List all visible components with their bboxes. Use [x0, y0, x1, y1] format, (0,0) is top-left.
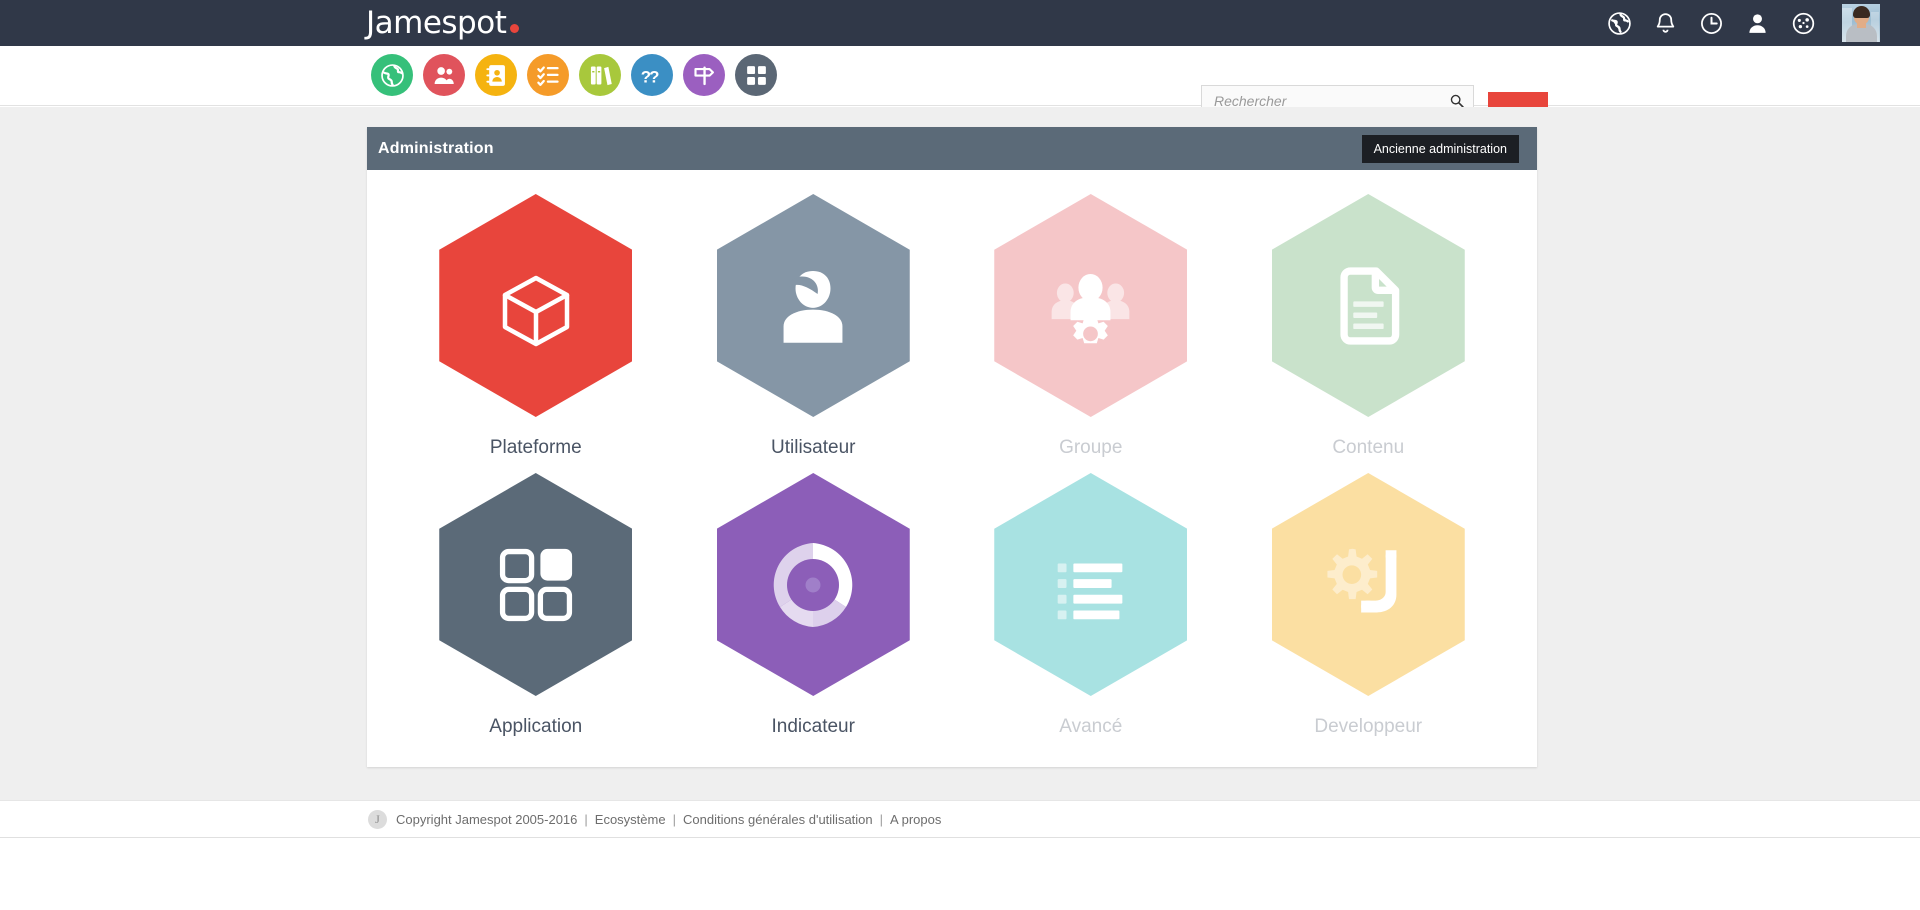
- panel-header: Administration Ancienne administration: [367, 127, 1537, 170]
- list-icon: [1057, 562, 1123, 619]
- footer-separator: |: [584, 811, 588, 827]
- tile-label: Application: [489, 716, 583, 737]
- tile-label: Avancé: [1059, 716, 1123, 737]
- page-bottom-area: [0, 838, 1920, 910]
- footer-links: Copyright Jamespot 2005-2016 | Ecosystèm…: [396, 812, 941, 827]
- books-app-icon[interactable]: [579, 54, 621, 96]
- tile-hexagon: [1271, 194, 1465, 417]
- tile-hexagon: [1271, 473, 1465, 696]
- tile-label: Contenu: [1332, 437, 1405, 458]
- top-bar-actions: [1606, 0, 1880, 46]
- tile-utilisateur[interactable]: Utilisateur: [675, 194, 953, 473]
- footer-link-cgu[interactable]: Conditions générales d'utilisation: [683, 812, 873, 827]
- brand-logo[interactable]: Jamespot: [366, 5, 520, 41]
- avatar[interactable]: [1842, 4, 1880, 42]
- tile-hexagon: [439, 473, 633, 696]
- avatar-hair: [1853, 6, 1870, 18]
- footer-link-ecosysteme[interactable]: Ecosystème: [595, 812, 666, 827]
- admin-tile-grid: Plateforme Utilisateur Groupe Contenu Ap…: [367, 170, 1537, 752]
- clock-icon[interactable]: [1698, 10, 1724, 36]
- page-title: Administration: [378, 139, 494, 157]
- gear-j-icon: [1327, 548, 1397, 612]
- bell-icon[interactable]: [1652, 10, 1678, 36]
- tile-indicateur[interactable]: Indicateur: [675, 473, 953, 752]
- footer: J Copyright Jamespot 2005-2016 | Ecosyst…: [0, 800, 1920, 838]
- tile-plateforme[interactable]: Plateforme: [397, 194, 675, 473]
- globe-icon[interactable]: [1606, 10, 1632, 36]
- footer-logo-icon: J: [368, 809, 387, 829]
- globe-app-icon[interactable]: [371, 54, 413, 96]
- tile-contenu[interactable]: Contenu: [1230, 194, 1508, 473]
- group-gear-icon: [1051, 274, 1130, 344]
- people-app-icon[interactable]: [423, 54, 465, 96]
- administration-panel: Administration Ancienne administration P…: [367, 127, 1537, 767]
- footer-content: J Copyright Jamespot 2005-2016 | Ecosyst…: [368, 809, 941, 829]
- tile-developpeur[interactable]: Developpeur: [1230, 473, 1508, 752]
- donut-chart-icon: [773, 542, 853, 627]
- brand-name: Jamespot: [366, 5, 507, 41]
- app-icon-list: ??: [371, 54, 777, 96]
- grid-app-icon[interactable]: [735, 54, 777, 96]
- tile-hexagon: [994, 473, 1188, 696]
- footer-copyright: Copyright Jamespot 2005-2016: [396, 811, 578, 827]
- cube-icon: [502, 275, 569, 346]
- signpost-app-icon[interactable]: [683, 54, 725, 96]
- tile-label: Plateforme: [489, 437, 582, 458]
- tile-label: Groupe: [1059, 437, 1123, 458]
- question-app-icon[interactable]: ??: [631, 54, 673, 96]
- tile-hexagon: [716, 194, 910, 417]
- tile-hexagon: [439, 194, 633, 417]
- tile-label: Indicateur: [771, 716, 855, 737]
- tile-groupe[interactable]: Groupe: [952, 194, 1230, 473]
- brand-dot-icon: [510, 24, 520, 33]
- tile-application[interactable]: Application: [397, 473, 675, 752]
- document-icon: [1340, 266, 1400, 345]
- tile-avance[interactable]: Avancé: [952, 473, 1230, 752]
- user-icon[interactable]: [1744, 10, 1770, 36]
- old-administration-button[interactable]: Ancienne administration: [1361, 134, 1519, 163]
- top-bar: Jamespot: [0, 0, 1920, 46]
- checklist-app-icon[interactable]: [527, 54, 569, 96]
- dashboard-icon[interactable]: [1790, 10, 1816, 36]
- tile-hexagon: [716, 473, 910, 696]
- footer-separator: |: [879, 811, 884, 827]
- addressbook-app-icon[interactable]: [475, 54, 517, 96]
- tile-label: Utilisateur: [771, 437, 856, 458]
- footer-separator: |: [672, 811, 676, 827]
- app-nav-bar: ??: [0, 46, 1920, 152]
- app-grid-icon: [499, 548, 572, 621]
- svg-text:?: ?: [649, 67, 659, 86]
- tile-label: Developpeur: [1314, 716, 1423, 737]
- person-icon: [783, 270, 843, 343]
- footer-link-apropos[interactable]: A propos: [890, 812, 941, 827]
- tile-hexagon: [994, 194, 1188, 417]
